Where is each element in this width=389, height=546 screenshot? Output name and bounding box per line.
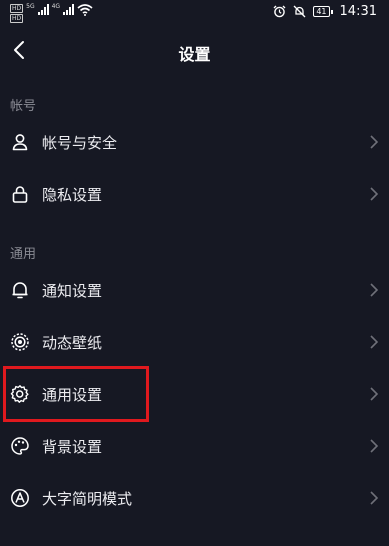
page-title: 设置 <box>178 45 211 64</box>
section-label-general: 通用 <box>10 247 37 262</box>
palette-icon <box>11 437 29 455</box>
battery-icon: 41 <box>313 6 333 17</box>
chevron-right-icon <box>370 439 379 453</box>
settings-item-label: 通知设置 <box>42 282 103 300</box>
wallpaper-icon <box>11 333 29 351</box>
settings-item-label: 帐号与安全 <box>42 134 118 152</box>
chevron-right-icon <box>370 387 379 401</box>
font-size-icon <box>11 489 29 507</box>
settings-item-notifications[interactable]: 通知设置 <box>0 266 389 314</box>
lock-icon <box>12 186 28 203</box>
network-type: 5G <box>26 3 35 10</box>
person-icon <box>12 134 28 151</box>
hd-badge: HD <box>10 4 24 13</box>
settings-item-privacy[interactable]: 隐私设置 <box>0 170 389 218</box>
chevron-right-icon <box>370 187 379 201</box>
status-bar: HD HD 5G 4G 41 14:31 <box>0 0 389 28</box>
battery-level: 41 <box>313 6 330 17</box>
hd-stack: HD HD <box>10 4 24 23</box>
chevron-right-icon <box>370 283 379 297</box>
network-type: 4G <box>51 3 61 10</box>
signal-icon <box>37 4 49 15</box>
clock: 14:31 <box>339 4 377 19</box>
bell-icon <box>12 282 28 299</box>
settings-item-label: 大字简明模式 <box>42 490 133 508</box>
mute-bell-icon <box>293 5 306 18</box>
status-right: 41 14:31 <box>273 4 377 19</box>
highlight-box <box>3 366 149 422</box>
settings-item-label: 动态壁纸 <box>42 334 103 352</box>
header: 设置 <box>0 28 389 74</box>
alarm-icon <box>273 5 286 18</box>
wifi-icon <box>77 4 93 16</box>
chevron-right-icon <box>370 491 379 505</box>
chevron-right-icon <box>370 135 379 149</box>
section-label-account: 帐号 <box>10 99 37 114</box>
settings-item-label: 背景设置 <box>42 438 103 456</box>
settings-item-account-security[interactable]: 帐号与安全 <box>0 118 389 166</box>
settings-item-label: 隐私设置 <box>42 186 103 204</box>
settings-item-large-font-mode[interactable]: 大字简明模式 <box>0 474 389 522</box>
chevron-right-icon <box>370 335 379 349</box>
settings-item-background[interactable]: 背景设置 <box>0 422 389 470</box>
hd-badge: HD <box>10 14 24 23</box>
settings-item-live-wallpaper[interactable]: 动态壁纸 <box>0 318 389 366</box>
signal-icon <box>63 4 75 15</box>
status-left: HD HD 5G 4G <box>10 3 93 23</box>
